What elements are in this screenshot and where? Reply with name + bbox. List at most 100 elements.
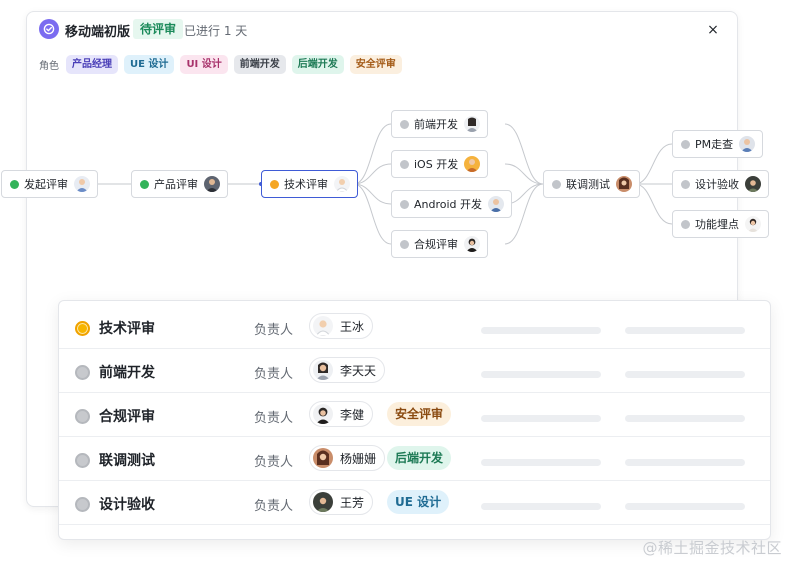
status-indicator	[75, 497, 90, 512]
status-dot	[400, 159, 409, 169]
flow-node[interactable]: 联调测试	[543, 170, 640, 198]
connector	[353, 123, 392, 185]
flow-node[interactable]: 功能埋点	[672, 210, 769, 238]
status-indicator	[75, 409, 90, 424]
owner-chip[interactable]: 李天天	[309, 357, 386, 383]
avatar	[739, 136, 756, 152]
task-title: 设计验收	[99, 497, 155, 513]
avatar	[74, 176, 90, 192]
owner-label: 负责人	[254, 367, 294, 382]
skeleton-bar	[481, 327, 601, 334]
role-chip: 后端开发	[387, 446, 452, 470]
avatar	[488, 196, 505, 212]
skeleton-bar	[481, 371, 601, 378]
status-indicator	[75, 365, 90, 380]
owner-chip[interactable]: 李健	[309, 401, 374, 427]
node-label: 前端开发	[414, 118, 458, 131]
node-label: 发起评审	[24, 178, 68, 191]
owner-name: 李健	[340, 407, 365, 422]
flow-node-active[interactable]: 技术评审	[261, 170, 358, 198]
flow-node[interactable]: PM走查	[672, 130, 764, 158]
status-dot	[552, 179, 561, 189]
node-label: 产品评审	[154, 178, 198, 191]
task-title: 技术评审	[99, 321, 155, 337]
status-dot	[400, 119, 409, 129]
avatar	[313, 360, 333, 380]
skeleton-bar	[481, 459, 601, 466]
connector	[353, 163, 392, 185]
status-dot	[681, 219, 690, 229]
skeleton-bar	[625, 415, 745, 422]
status-dot	[681, 179, 690, 189]
avatar	[204, 176, 220, 192]
flow-node[interactable]: 合规评审	[391, 230, 488, 258]
table-row[interactable]: 设计验收 负责人 王芳 UE 设计	[59, 481, 770, 525]
owner-name: 王芳	[340, 495, 365, 510]
status-dot	[400, 239, 409, 249]
skeleton-bar	[625, 327, 745, 334]
owner-chip[interactable]: 王芳	[309, 489, 374, 515]
owner-name: 王冰	[340, 319, 365, 334]
task-title: 前端开发	[99, 365, 155, 381]
flow-node[interactable]: iOS 开发	[391, 150, 489, 178]
skeleton-bar	[481, 503, 601, 510]
owner-name: 李天天	[340, 363, 377, 378]
avatar	[745, 216, 761, 232]
node-label: PM走查	[695, 138, 734, 151]
node-label: 联调测试	[566, 178, 610, 191]
owner-label: 负责人	[254, 411, 294, 426]
status-dot	[10, 179, 19, 189]
node-label: iOS 开发	[414, 158, 459, 171]
table-row[interactable]: 联调测试 负责人 杨姗姗 后端开发	[59, 437, 770, 481]
owner-chip[interactable]: 杨姗姗	[309, 445, 386, 471]
status-indicator	[75, 453, 90, 468]
avatar	[616, 176, 632, 192]
status-indicator	[75, 321, 90, 336]
connector	[504, 163, 544, 185]
avatar	[334, 176, 350, 192]
status-dot	[681, 139, 690, 149]
connector	[504, 123, 544, 185]
task-title: 联调测试	[99, 453, 155, 469]
task-title: 合规评审	[99, 409, 155, 425]
role-chip: UE 设计	[387, 490, 450, 514]
status-dot	[400, 199, 409, 209]
connector	[634, 143, 673, 185]
avatar	[464, 156, 481, 172]
node-label: Android 开发	[414, 198, 483, 211]
role-chip: 安全评审	[387, 402, 452, 426]
flow-node[interactable]: 发起评审	[1, 170, 98, 198]
flow-node[interactable]: 设计验收	[672, 170, 769, 198]
skeleton-bar	[625, 459, 745, 466]
connector	[353, 183, 392, 205]
flow-node[interactable]: Android 开发	[391, 190, 513, 218]
owner-chip[interactable]: 王冰	[309, 313, 374, 339]
avatar	[313, 492, 333, 512]
avatar	[464, 116, 480, 132]
node-label: 技术评审	[284, 178, 328, 191]
avatar	[464, 236, 480, 252]
node-label: 合规评审	[414, 238, 458, 251]
connector	[634, 183, 673, 225]
avatar	[745, 176, 761, 192]
skeleton-bar	[625, 371, 745, 378]
node-label: 功能埋点	[695, 218, 739, 231]
skeleton-bar	[625, 503, 745, 510]
table-row[interactable]: 技术评审 负责人 王冰	[59, 305, 770, 349]
avatar	[313, 404, 333, 424]
flow-node[interactable]: 前端开发	[391, 110, 488, 138]
watermark: @稀土掘金技术社区	[642, 539, 782, 557]
status-dot	[140, 179, 149, 189]
owner-label: 负责人	[254, 323, 294, 338]
avatar	[313, 316, 333, 336]
owner-name: 杨姗姗	[340, 451, 377, 466]
owner-label: 负责人	[254, 499, 294, 514]
table-row[interactable]: 前端开发 负责人 李天天	[59, 349, 770, 393]
avatar	[313, 448, 333, 468]
skeleton-bar	[481, 415, 601, 422]
flow-node[interactable]: 产品评审	[131, 170, 228, 198]
owner-label: 负责人	[254, 455, 294, 470]
connector	[353, 183, 392, 245]
table-row[interactable]: 合规评审 负责人 李健 安全评审	[59, 393, 770, 437]
task-table: 技术评审 负责人 王冰 前端开发 负责人 李天天 合规评审 负责人 李健 安全评…	[58, 300, 771, 540]
